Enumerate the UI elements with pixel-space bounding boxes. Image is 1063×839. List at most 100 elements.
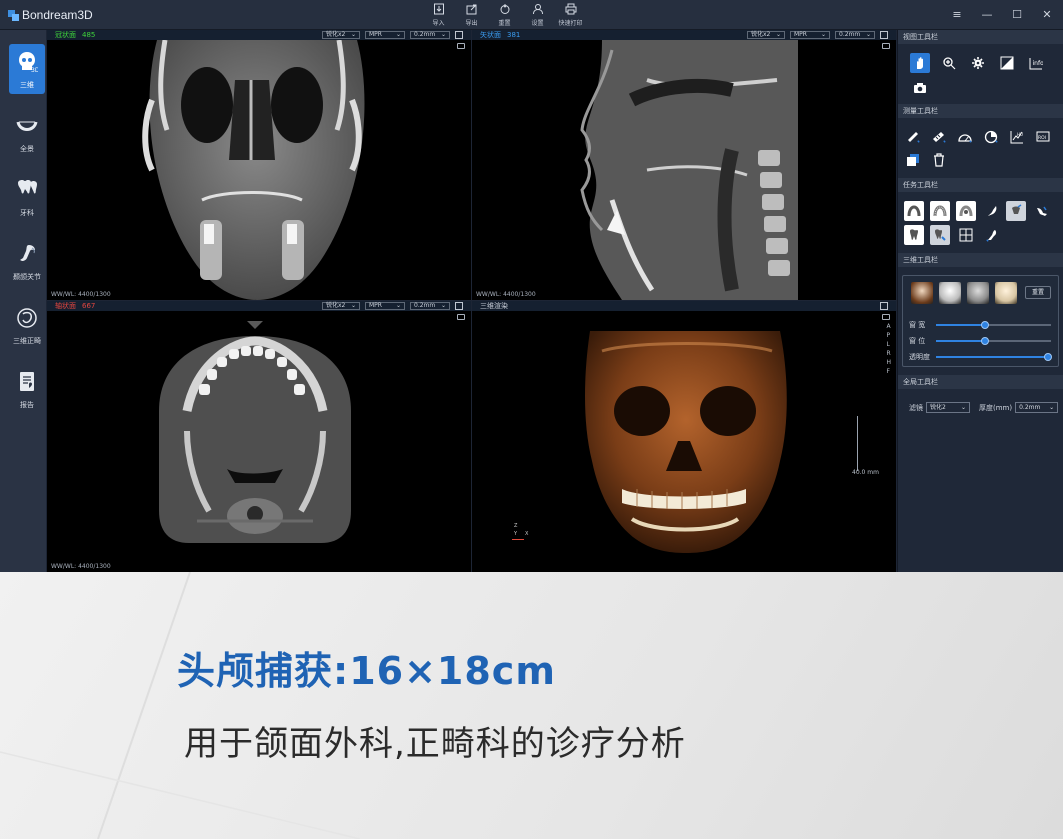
view-tools-header: 视图工具栏: [898, 30, 1063, 44]
global-thickness-label: 厚度(mm): [979, 403, 1013, 412]
arch-curve-icon: [907, 205, 921, 217]
menu-icon[interactable]: ≡: [949, 7, 965, 23]
import-button[interactable]: 导入: [422, 3, 455, 27]
nav-item-report[interactable]: 报告: [9, 364, 45, 414]
window-controls: ≡ — ☐ ✕: [949, 7, 1055, 23]
global-thickness-select[interactable]: 0.2mm ⌄: [1015, 402, 1059, 413]
nav-item-panorama[interactable]: 全景: [9, 108, 45, 158]
sagittal-thickness-select[interactable]: 0.2mm ⌄: [835, 31, 875, 39]
nav-label-3d: 三维: [20, 81, 34, 89]
skull-3d-icon: 3D: [19, 52, 38, 74]
title-bar: Bondream3D 导入 导出 重置 设置 快速打印 ≡ — ☐ ✕: [0, 0, 1063, 30]
grid-tool[interactable]: [956, 225, 976, 245]
histogram-tool[interactable]: HU: [1007, 127, 1027, 147]
global-filter-select[interactable]: 锐化2 ⌄: [926, 402, 970, 413]
render-slider-label: 窗 位: [909, 337, 926, 345]
arch-panorama-tool[interactable]: [956, 201, 976, 221]
coronal-viewport[interactable]: 冠状面 485 锐化x2 ⌄ MPR ⌄ 0.2mm ⌄ WW/WL: 4400…: [47, 30, 471, 300]
close-button[interactable]: ✕: [1039, 7, 1055, 23]
invert-contrast-icon: [1000, 56, 1014, 70]
pan-tool[interactable]: [910, 53, 930, 73]
sagittal-slice-number: 381: [507, 31, 521, 39]
nav-label-panorama: 全景: [20, 145, 34, 153]
settings-tool[interactable]: [968, 53, 988, 73]
render-slider-fill: [936, 340, 986, 342]
import-label: 导入: [432, 20, 445, 27]
axial-filter-select[interactable]: 锐化x2 ⌄: [322, 302, 360, 310]
axis-z-label: Z: [514, 523, 518, 529]
skull-gray-preset[interactable]: [967, 282, 989, 304]
sagittal-maximize-icon[interactable]: [880, 31, 888, 39]
axial-maximize-icon[interactable]: [455, 302, 463, 310]
invert-tool[interactable]: [997, 53, 1017, 73]
render3d-viewport[interactable]: 三维渲染 APLRHF 40.0 mm Z Y X: [472, 301, 896, 572]
app-name: Bondream3D: [22, 8, 93, 22]
settings-button[interactable]: 设置: [521, 3, 554, 27]
sagittal-viewport[interactable]: 矢状面 381 锐化x2 ⌄ MPR ⌄ 0.2mm ⌄ WW/WL: 4400…: [472, 30, 896, 300]
skull-bone-preset[interactable]: [939, 282, 961, 304]
roi-tool[interactable]: ROI: [1033, 127, 1053, 147]
coronal-filter-select[interactable]: 锐化x2 ⌄: [322, 31, 360, 39]
caliper-tool[interactable]: [929, 127, 949, 147]
axial-thickness-select[interactable]: 0.2mm ⌄: [410, 302, 450, 310]
coronal-window-level: WW/WL: 4400/1300: [51, 291, 111, 298]
grid-icon: [959, 228, 973, 242]
arch-curve-2-tool[interactable]: [930, 201, 950, 221]
svg-text:HU: HU: [1017, 132, 1023, 137]
reset-button[interactable]: 重置: [488, 3, 521, 27]
snapshot-tool[interactable]: [910, 78, 930, 98]
scale-bar: [857, 416, 858, 471]
tmj-tool[interactable]: [982, 225, 1002, 245]
axial-viewport[interactable]: 轴状面 667 锐化x2 ⌄ MPR ⌄ 0.2mm ⌄ WW/WL: 4400…: [47, 301, 471, 572]
svg-text:3D: 3D: [31, 67, 38, 74]
coronal-thickness-select[interactable]: 0.2mm ⌄: [410, 31, 450, 39]
angle-tool[interactable]: [955, 127, 975, 147]
render3d-maximize-icon[interactable]: [880, 302, 888, 310]
render-slider-track[interactable]: [936, 337, 1051, 345]
render-slider-knob[interactable]: [981, 337, 990, 345]
implant-tool[interactable]: [1006, 201, 1026, 221]
skull-skin-preset[interactable]: [911, 282, 933, 304]
delete-tool[interactable]: [929, 150, 949, 170]
nav-item-3d[interactable]: 3D 三维: [9, 44, 45, 94]
nav-label-report: 报告: [20, 401, 34, 409]
axial-mode-select[interactable]: MPR ⌄: [365, 302, 405, 310]
histogram-icon: HU: [1010, 131, 1023, 144]
airway-icon: [1037, 206, 1047, 216]
coronal-mode-select[interactable]: MPR ⌄: [365, 31, 405, 39]
tooth-annotate-tool[interactable]: [930, 225, 950, 245]
ruler-tool[interactable]: [903, 127, 923, 147]
arch-curve-tool[interactable]: [904, 201, 924, 221]
export-button[interactable]: 导出: [455, 3, 488, 27]
nav-item-ortho[interactable]: 三维正畸: [9, 300, 45, 350]
zoom-tool[interactable]: [939, 53, 959, 73]
render-slider-track[interactable]: [936, 321, 1051, 329]
nerve-canal-tool[interactable]: [982, 201, 1002, 221]
airway-tool[interactable]: [1032, 201, 1052, 221]
render-reset-button[interactable]: 重置: [1025, 286, 1051, 299]
info-tool[interactable]: info: [1026, 53, 1046, 73]
axial-slice-number: 667: [82, 302, 96, 310]
area-tool[interactable]: [981, 127, 1001, 147]
arch-curve-2-icon: [933, 205, 947, 217]
axis-y-label: Y: [514, 531, 518, 537]
tmj-joint-icon: [20, 245, 35, 261]
skull-soft-preset[interactable]: [995, 282, 1017, 304]
render-slider-knob[interactable]: [981, 321, 990, 329]
coronal-maximize-icon[interactable]: [455, 31, 463, 39]
sagittal-filter-select[interactable]: 锐化x2 ⌄: [747, 31, 785, 39]
tooth-segment-tool[interactable]: [904, 225, 924, 245]
render-slider-fill: [936, 324, 986, 326]
reset-icon: [500, 4, 509, 14]
sagittal-mode-select[interactable]: MPR ⌄: [790, 31, 830, 39]
nav-item-tmj[interactable]: 颞颌关节: [9, 236, 45, 286]
minimize-button[interactable]: —: [979, 7, 995, 23]
render-slider-track[interactable]: [936, 353, 1052, 361]
render-slider-knob[interactable]: [1043, 353, 1052, 361]
quick-print-button[interactable]: 快速打印: [554, 3, 587, 27]
copy-tool[interactable]: [903, 150, 923, 170]
nav-label-dental: 牙科: [20, 209, 34, 217]
render3d-title: 三维渲染: [480, 302, 508, 310]
nav-item-dental[interactable]: 牙科: [9, 172, 45, 222]
maximize-button[interactable]: ☐: [1009, 7, 1025, 23]
